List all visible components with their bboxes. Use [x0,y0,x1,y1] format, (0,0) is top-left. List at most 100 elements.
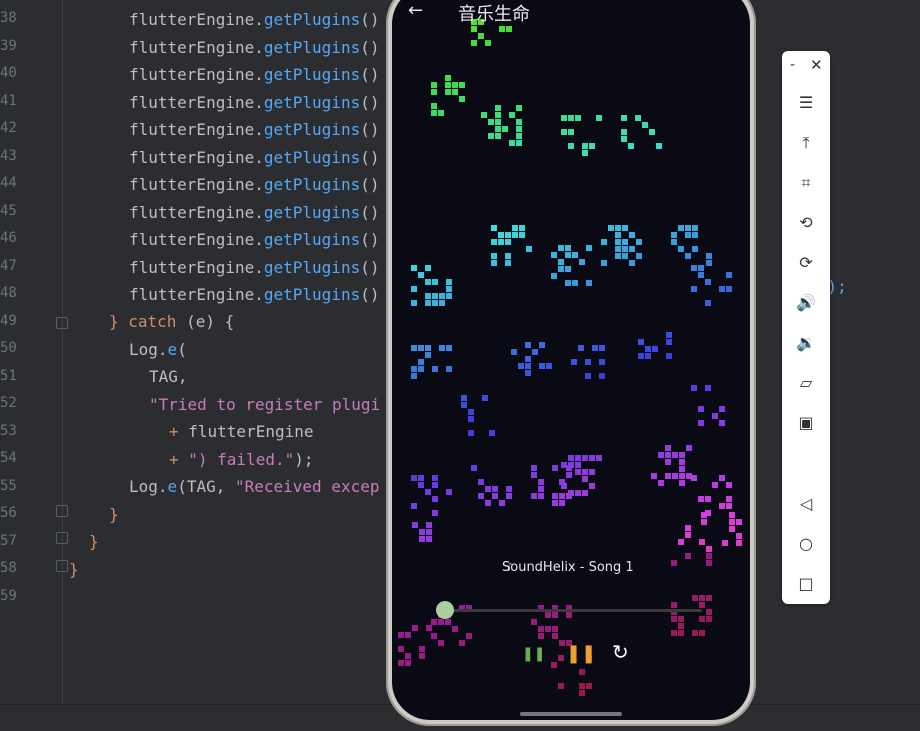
life-cell [685,532,691,538]
code-line: flutterEngine.getPlugins() [129,120,379,140]
life-cell [575,469,581,475]
rotate-left-icon[interactable]: ⟲ [782,213,830,233]
slider-thumb[interactable] [436,601,454,619]
code-token: } [109,312,129,331]
life-cell [596,115,602,121]
life-cell [685,232,691,238]
home-indicator[interactable] [520,712,622,716]
phone-screen[interactable]: ← 音乐生命 ♪ SoundHelix - Song 1 ❚❚ ❚❚ ↻ [392,0,750,720]
life-cell [538,633,544,639]
life-cell [532,349,538,355]
life-cell [512,225,518,231]
life-cell [558,683,564,689]
life-cell [706,616,712,622]
life-cell [679,452,685,458]
life-cell [666,339,672,345]
app-bar: ← 音乐生命 [392,0,750,25]
life-cell [459,640,465,646]
life-cell [706,560,712,566]
crop-icon[interactable]: ⌗ [782,173,830,193]
arrow-left-icon[interactable]: ← [408,0,423,21]
code-token: flutterEngine [129,120,255,139]
life-cell [568,129,574,135]
life-cell [545,626,551,632]
fold-marker-icon[interactable] [56,317,68,329]
life-cell [445,82,451,88]
recents-nav-icon[interactable]: □ [782,574,830,594]
life-cell [419,529,425,535]
code-token: . [254,175,264,194]
code-token: + [169,422,189,441]
life-cell [671,616,677,622]
phone-emulator-frame: ← 音乐生命 ♪ SoundHelix - Song 1 ❚❚ ❚❚ ↻ [386,0,756,726]
life-cell [431,633,437,639]
life-cell [445,75,451,81]
life-cell [432,475,438,481]
life-cell [439,345,445,351]
fold-marker-icon[interactable] [56,532,68,544]
life-cell [719,503,725,509]
life-cell [622,225,628,231]
life-cell [516,133,522,139]
fold-marker-icon[interactable] [56,560,68,572]
life-cell [506,486,512,492]
life-cell [656,143,662,149]
life-cell [485,500,491,506]
life-cell [585,373,591,379]
life-cell [418,359,424,365]
volume-down-icon[interactable]: 🔉 [782,333,830,353]
pause-button[interactable]: ❚❚ [566,643,596,664]
life-cell [431,103,437,109]
menu-icon[interactable]: ☰ [782,93,830,113]
life-cell [736,533,742,539]
close-icon[interactable]: ✕ [810,56,823,74]
life-cell [432,496,438,502]
code-line: } [89,532,99,552]
code-token: . [254,202,264,222]
life-cell [636,239,642,245]
shake-icon[interactable]: ▱ [782,373,830,393]
life-cell [552,465,558,471]
code-token: } [69,560,79,579]
minimize-button[interactable]: - [790,57,795,73]
line-number: 59 [0,587,17,604]
fold-marker-icon[interactable] [56,505,68,517]
life-cell [495,112,501,118]
life-cell [499,500,505,506]
life-cell [446,489,452,495]
life-cell [498,239,504,245]
life-cell [432,482,438,488]
line-number: 39 [0,37,17,54]
progress-slider[interactable] [436,601,702,619]
code-token: () [360,257,380,277]
life-cell [672,452,678,458]
life-cell [582,469,588,475]
life-cell [432,510,438,516]
back-nav-icon[interactable]: ◁ [782,494,830,514]
screenshot-icon[interactable]: ▣ [782,413,830,433]
life-cell [551,273,557,279]
life-cell [691,475,697,481]
life-cell [691,385,697,391]
life-cell [516,140,522,146]
life-cell [671,560,677,566]
life-cell [558,266,564,272]
life-cell [411,265,417,271]
pin-top-icon[interactable]: ⤒ [782,133,830,153]
life-cell [418,475,424,481]
life-cell [431,110,437,116]
life-cell [706,553,712,559]
line-number: 55 [0,477,17,494]
volume-up-icon[interactable]: 🔊 [782,293,830,313]
life-cell [736,519,742,525]
life-cell [398,632,404,638]
refresh-button[interactable]: ↻ [612,640,629,664]
home-nav-icon[interactable]: ○ [782,534,830,554]
code-token: () [360,37,380,57]
life-cell [418,345,424,351]
line-number: 47 [0,257,17,274]
life-cell [438,110,444,116]
life-cell [516,126,522,132]
rotate-right-icon[interactable]: ⟳ [782,253,830,273]
code-line: flutterEngine.getPlugins() [129,148,379,168]
